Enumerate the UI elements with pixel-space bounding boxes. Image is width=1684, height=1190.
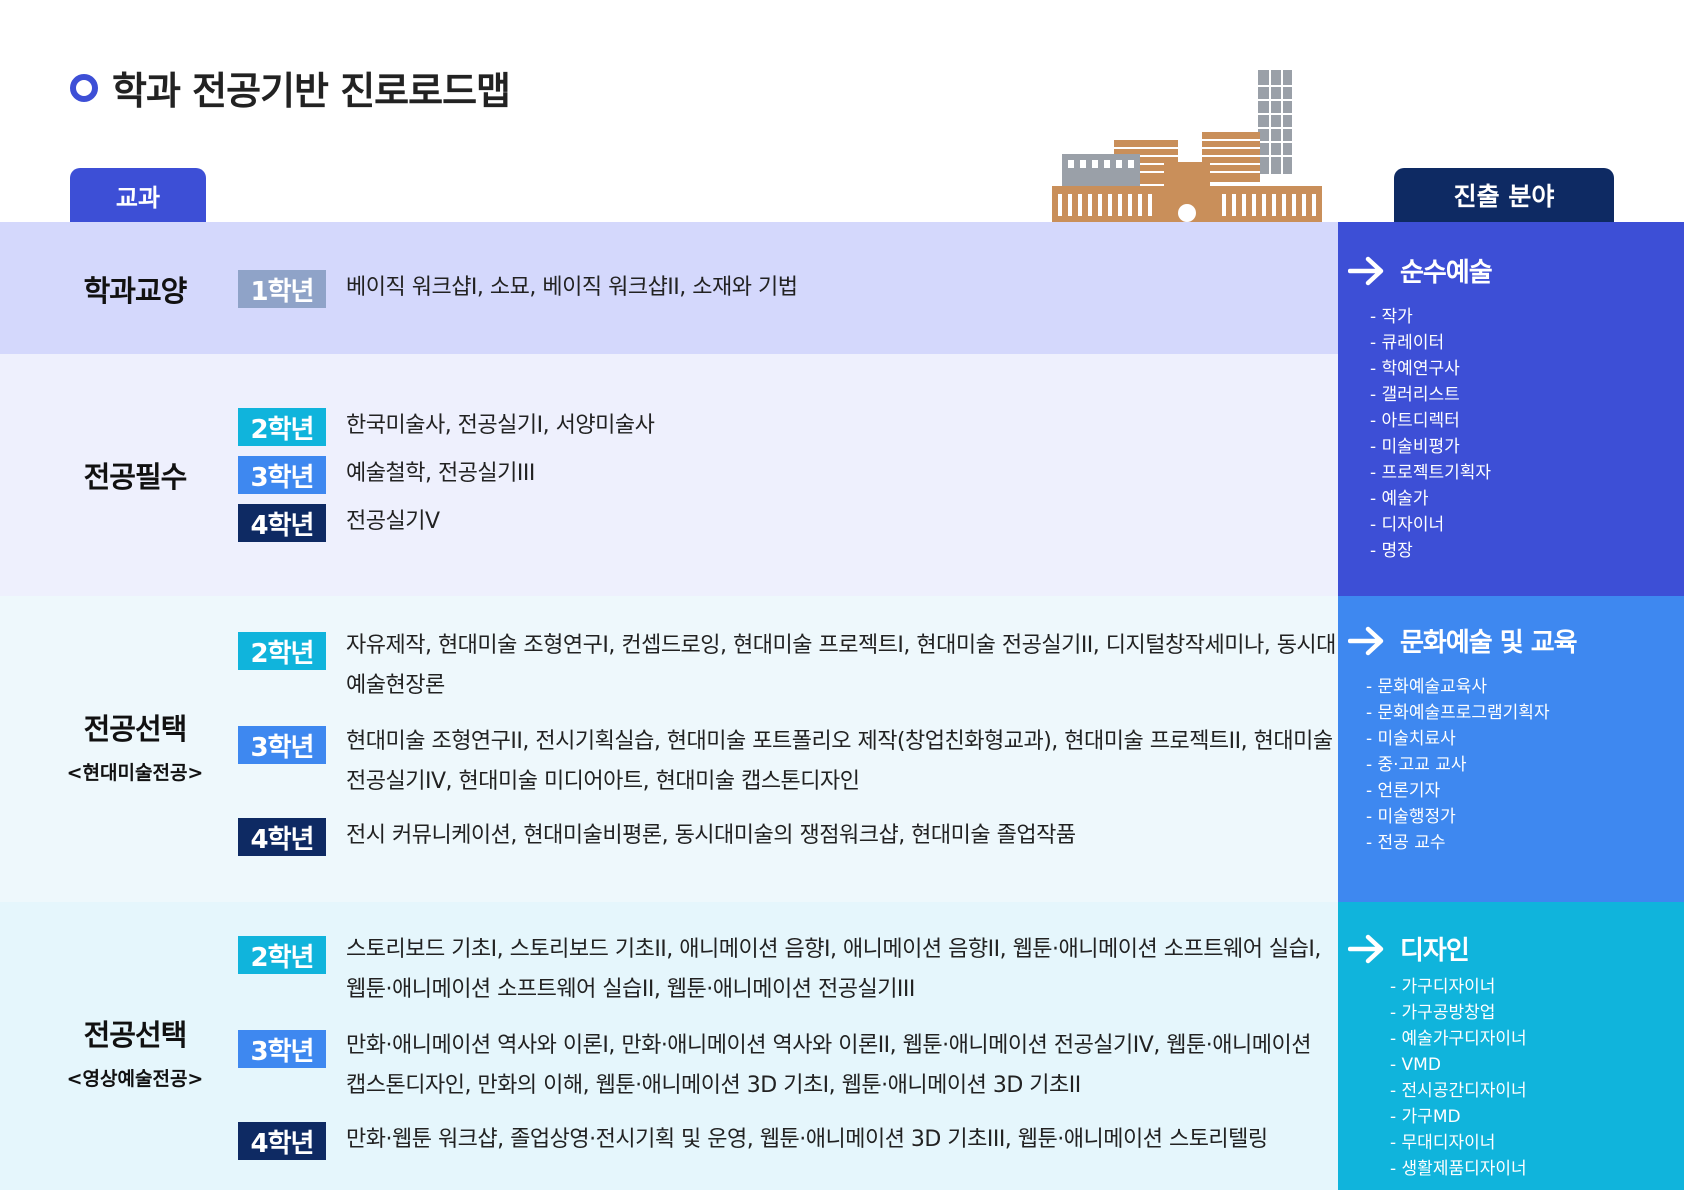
list-item: - 가구디자이너	[1390, 977, 1496, 997]
course-list: 현대미술 조형연구II, 전시기획실습, 현대미술 포트폴리오 제작(창업친화형…	[346, 729, 1333, 794]
list-item: - 가구MD	[1390, 1107, 1461, 1127]
arrow-right-icon	[1348, 626, 1384, 655]
list-item: - 큐레이터	[1370, 333, 1445, 353]
list-item: - 미술행정가	[1366, 807, 1456, 827]
campus-building-icon	[1052, 70, 1322, 222]
row-liberal: 학과교양 1학년 베이직 워크샵I, 소묘, 베이직 워크샵II, 소재와 기법	[0, 222, 1338, 354]
list-item: - 예술가	[1370, 489, 1429, 509]
career-heading: 순수예술	[1348, 252, 1493, 289]
list-item: - 언론기자	[1366, 781, 1441, 801]
course-list: 전공실기V	[346, 509, 440, 534]
subjects-tab: 교과	[70, 168, 206, 222]
list-item: - 중·고교 교사	[1366, 755, 1467, 775]
page-title-group: 학과 전공기반 진로로드맵	[70, 60, 511, 115]
grade-badge: 3학년	[238, 1030, 326, 1068]
grade-badge: 2학년	[238, 936, 326, 974]
grade-badge: 1학년	[238, 270, 326, 308]
list-item: - 갤러리스트	[1370, 385, 1460, 405]
career-heading: 디자인	[1348, 930, 1470, 967]
grade-badge: 3학년	[238, 456, 326, 494]
category-label: 전공필수	[83, 460, 188, 494]
row-elective-media: 전공선택 <영상예술전공> 2학년 스토리보드 기초I, 스토리보드 기초II,…	[0, 902, 1338, 1190]
career-list: - 가구디자이너 - 가구공방창업 - 예술가구디자이너 - VMD - 전시공…	[1390, 974, 1527, 1182]
course-list: 예술철학, 전공실기III	[346, 461, 535, 486]
career-panel-fine-art: 순수예술 - 작가 - 큐레이터 - 학예연구사 - 갤러리스트 - 아트디렉터…	[1338, 222, 1684, 596]
list-item: - 예술가구디자이너	[1390, 1029, 1527, 1049]
grade-badge: 4학년	[238, 1122, 326, 1160]
career-panel-culture-edu: 문화예술 및 교육 - 문화예술교육사 - 문화예술프로그램기획자 - 미술치료…	[1338, 596, 1684, 902]
list-item: - 문화예술교육사	[1366, 677, 1488, 697]
list-item: - 문화예술프로그램기획자	[1366, 703, 1550, 723]
career-list: - 작가 - 큐레이터 - 학예연구사 - 갤러리스트 - 아트디렉터 - 미술…	[1370, 304, 1491, 564]
row-required: 전공필수 2학년 한국미술사, 전공실기I, 서양미술사 3학년 예술철학, 전…	[0, 354, 1338, 596]
list-item: - 전시공간디자이너	[1390, 1081, 1527, 1101]
course-list: 전시 커뮤니케이션, 현대미술비평론, 동시대미술의 쟁점워크샵, 현대미술 졸…	[346, 823, 1076, 848]
list-item: - 무대디자이너	[1390, 1133, 1496, 1153]
course-list: 스토리보드 기초I, 스토리보드 기초II, 애니메이션 음향I, 애니메이션 …	[346, 937, 1321, 1002]
category-label: 전공선택 <영상예술전공>	[66, 1018, 204, 1090]
list-item: - 작가	[1370, 307, 1413, 327]
arrow-right-icon	[1348, 934, 1384, 963]
career-panel-design: 디자인 - 가구디자이너 - 가구공방창업 - 예술가구디자이너 - VMD -…	[1338, 902, 1684, 1190]
circle-icon	[70, 73, 98, 102]
list-item: - 가구공방창업	[1390, 1003, 1496, 1023]
list-item: - 생활제품디자이너	[1390, 1159, 1527, 1179]
list-item: - 명장	[1370, 541, 1413, 561]
grade-badge: 2학년	[238, 408, 326, 446]
course-list: 한국미술사, 전공실기I, 서양미술사	[346, 413, 655, 438]
careers-tab: 진출 분야	[1394, 168, 1614, 222]
category-label: 전공선택 <현대미술전공>	[66, 712, 204, 784]
arrow-right-icon	[1348, 256, 1384, 285]
course-list: 만화·애니메이션 역사와 이론I, 만화·애니메이션 역사와 이론II, 웹툰·…	[346, 1033, 1311, 1098]
list-item: - 디자이너	[1370, 515, 1445, 535]
list-item: - 전공 교수	[1366, 833, 1446, 853]
list-item: - 프로젝트기획자	[1370, 463, 1492, 483]
career-heading: 문화예술 및 교육	[1348, 622, 1578, 659]
course-list: 만화·웹툰 워크샵, 졸업상영·전시기획 및 운영, 웹툰·애니메이션 3D 기…	[346, 1127, 1268, 1152]
course-list: 자유제작, 현대미술 조형연구I, 컨셉드로잉, 현대미술 프로젝트I, 현대미…	[346, 633, 1336, 698]
career-list: - 문화예술교육사 - 문화예술프로그램기획자 - 미술치료사 - 중·고교 교…	[1366, 674, 1550, 856]
list-item: - 아트디렉터	[1370, 411, 1460, 431]
grade-badge: 4학년	[238, 818, 326, 856]
row-elective-contemporary: 전공선택 <현대미술전공> 2학년 자유제작, 현대미술 조형연구I, 컨셉드로…	[0, 596, 1338, 902]
page-title: 학과 전공기반 진로로드맵	[112, 69, 511, 113]
category-label: 학과교양	[83, 274, 188, 308]
grade-badge: 3학년	[238, 726, 326, 764]
list-item: - 미술치료사	[1366, 729, 1456, 749]
list-item: - 학예연구사	[1370, 359, 1460, 379]
grade-badge: 2학년	[238, 632, 326, 670]
list-item: - VMD	[1390, 1055, 1441, 1075]
course-list: 베이직 워크샵I, 소묘, 베이직 워크샵II, 소재와 기법	[346, 275, 798, 300]
list-item: - 미술비평가	[1370, 437, 1460, 457]
grade-badge: 4학년	[238, 504, 326, 542]
